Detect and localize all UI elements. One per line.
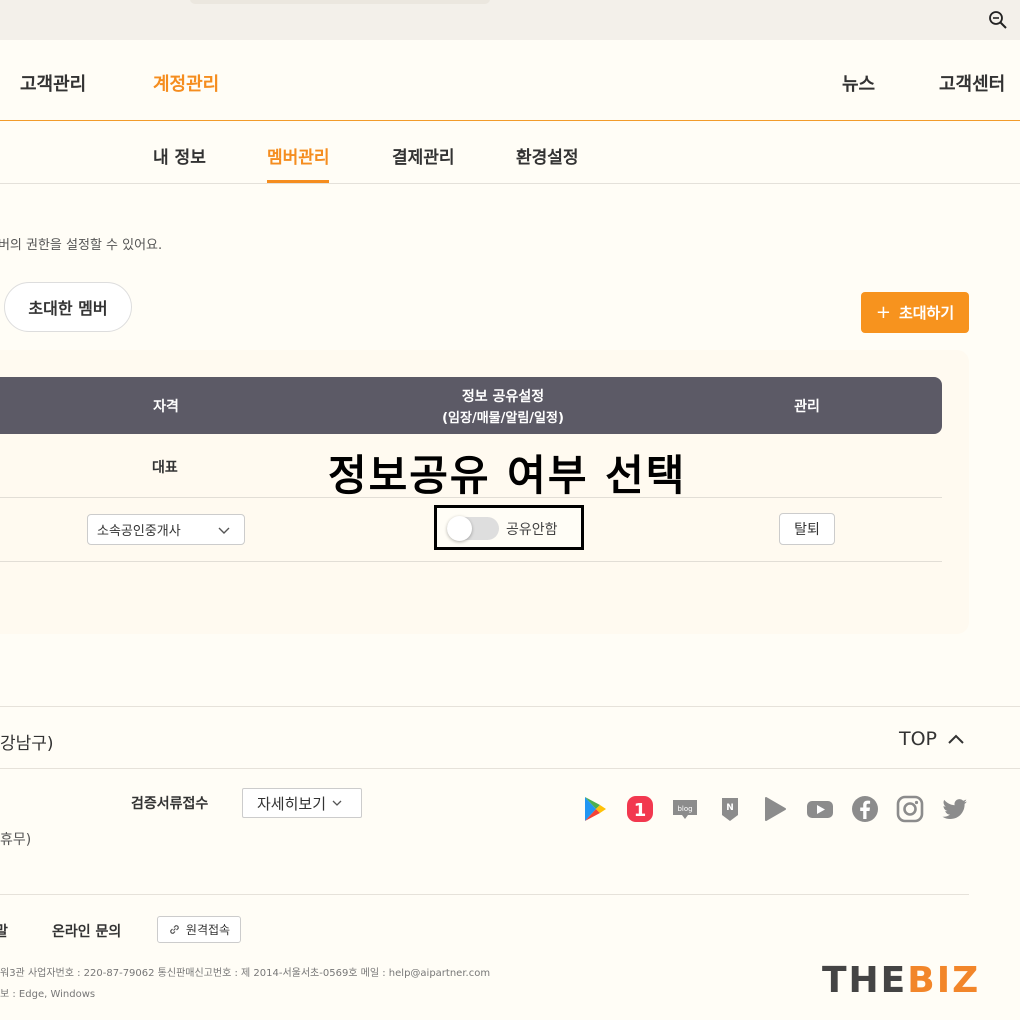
company-info-line2: 보 : Edge, Windows	[0, 989, 96, 1000]
invite-button[interactable]: + 초대하기	[861, 292, 969, 333]
blog-icon[interactable]: blog	[671, 795, 699, 823]
row1-role: 대표	[152, 460, 178, 476]
footer-divider	[0, 706, 1020, 707]
sharing-highlight-box: 공유안함	[434, 505, 584, 550]
zoom-out-icon[interactable]	[988, 10, 1008, 30]
row-divider	[0, 561, 942, 562]
detail-button-label: 자세히보기	[257, 794, 327, 813]
invite-button-label: 초대하기	[898, 304, 955, 322]
tab-member-management[interactable]: 멤버관리	[267, 143, 330, 168]
sharing-toggle[interactable]	[447, 516, 499, 541]
nav-account-management[interactable]: 계정관리	[153, 70, 219, 96]
remote-access-button[interactable]: 원격접속	[157, 916, 241, 943]
sharing-toggle-label: 공유안함	[506, 522, 558, 538]
svg-text:N: N	[726, 803, 734, 813]
browser-top-strip	[0, 0, 1020, 40]
twitter-icon[interactable]	[941, 795, 969, 823]
logo-part-biz: BIZ	[907, 960, 981, 1001]
footer-address: 강남구)	[0, 734, 54, 754]
nav-customer-center[interactable]: 고객센터	[939, 70, 1005, 96]
nav-news[interactable]: 뉴스	[842, 70, 875, 96]
invited-members-button[interactable]: 초대한 멤버	[4, 282, 132, 332]
top-strip-decoration	[190, 0, 490, 4]
naver-post-icon[interactable]: N	[716, 795, 744, 823]
detail-button[interactable]: 자세히보기	[242, 788, 362, 818]
footer-divider	[0, 894, 969, 895]
footer-link-tail[interactable]: 말	[0, 921, 8, 941]
role-select-value: 소속공인중개사	[97, 524, 181, 539]
leave-button[interactable]: 탈퇴	[779, 513, 835, 545]
page-description: 멤버의 권한을 설정할 수 있어요.	[0, 238, 163, 253]
header-manage: 관리	[794, 399, 820, 415]
tab-settings[interactable]: 환경설정	[516, 143, 579, 168]
chevron-down-icon	[218, 527, 230, 534]
onestore-icon[interactable]: 1	[626, 795, 654, 823]
youtube-icon[interactable]	[806, 795, 834, 823]
chevron-up-icon	[948, 734, 964, 744]
top-button[interactable]: TOP	[899, 728, 965, 750]
tab-my-info[interactable]: 내 정보	[153, 143, 206, 168]
nav-customer-management[interactable]: 고객관리	[20, 70, 86, 96]
active-tab-underline	[267, 180, 329, 183]
business-hours-tail: 휴무)	[0, 832, 32, 848]
tab-billing[interactable]: 결제관리	[392, 143, 455, 168]
logo-part-the: THE	[822, 960, 908, 1001]
company-info-line1: 워3관 사업자번호 : 220-87-79062 통신판매신고번호 : 제 20…	[0, 968, 491, 979]
google-play-icon[interactable]	[581, 795, 609, 823]
svg-text:blog: blog	[677, 805, 692, 813]
thebiz-logo: THEBIZ	[822, 960, 980, 1001]
svg-text:1: 1	[634, 800, 647, 821]
role-select[interactable]: 소속공인중개사	[87, 514, 245, 545]
docs-label: 검증서류접수	[131, 796, 209, 812]
header-sharing-line1: 정보 공유설정	[461, 389, 545, 405]
remote-access-label: 원격접속	[185, 923, 231, 937]
toggle-knob	[447, 516, 472, 541]
footer-link-online-inquiry[interactable]: 온라인 문의	[52, 921, 121, 941]
naver-tv-icon[interactable]	[761, 795, 789, 823]
top-label: TOP	[899, 728, 938, 750]
header-sharing-line2: (임장/매물/알림/일정)	[442, 411, 564, 426]
header-role: 자격	[153, 399, 179, 415]
link-icon	[170, 925, 179, 934]
instagram-icon[interactable]	[896, 795, 924, 823]
plus-icon: +	[875, 302, 891, 323]
facebook-icon[interactable]	[851, 795, 879, 823]
global-nav: 고객관리 계정관리 뉴스 고객센터	[0, 40, 1020, 121]
table-header: 자격 정보 공유설정 (임장/매물/알림/일정) 관리	[0, 377, 942, 434]
sub-nav: 내 정보 멤버관리 결제관리 환경설정	[0, 121, 1020, 184]
chevron-down-icon	[332, 800, 342, 806]
footer-divider	[0, 768, 1020, 769]
annotation-text: 정보공유 여부 선택	[328, 451, 687, 500]
